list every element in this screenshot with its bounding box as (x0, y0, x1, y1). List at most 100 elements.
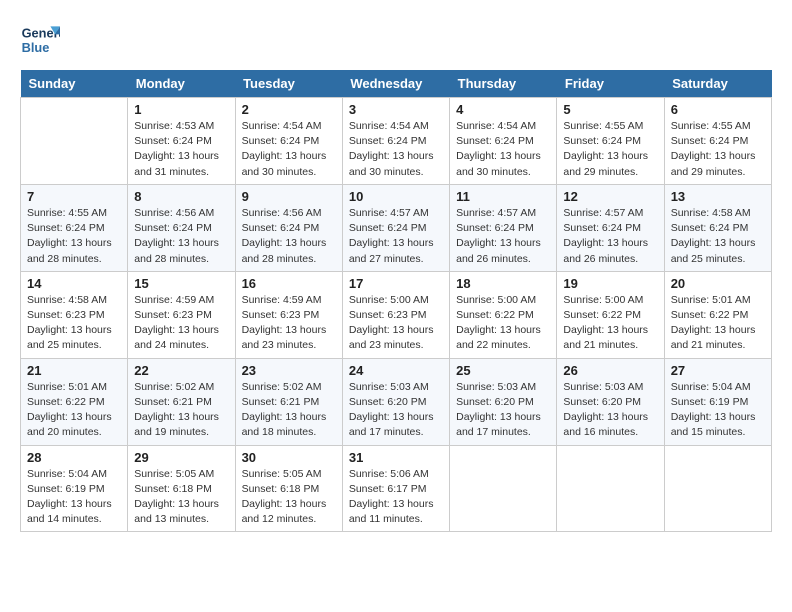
calendar-cell: 13 Sunrise: 4:58 AMSunset: 6:24 PMDaylig… (664, 184, 771, 271)
calendar-cell: 25 Sunrise: 5:03 AMSunset: 6:20 PMDaylig… (450, 358, 557, 445)
day-number: 21 (27, 363, 121, 378)
calendar-cell (557, 445, 664, 532)
calendar-cell: 3 Sunrise: 4:54 AMSunset: 6:24 PMDayligh… (342, 98, 449, 185)
calendar-week-row: 28 Sunrise: 5:04 AMSunset: 6:19 PMDaylig… (21, 445, 772, 532)
day-number: 20 (671, 276, 765, 291)
cell-info: Sunrise: 4:58 AMSunset: 6:23 PMDaylight:… (27, 293, 121, 354)
calendar-week-row: 7 Sunrise: 4:55 AMSunset: 6:24 PMDayligh… (21, 184, 772, 271)
calendar-cell: 31 Sunrise: 5:06 AMSunset: 6:17 PMDaylig… (342, 445, 449, 532)
calendar-cell: 16 Sunrise: 4:59 AMSunset: 6:23 PMDaylig… (235, 271, 342, 358)
day-number: 16 (242, 276, 336, 291)
weekday-header-row: SundayMondayTuesdayWednesdayThursdayFrid… (21, 70, 772, 98)
day-number: 29 (134, 450, 228, 465)
calendar-cell: 15 Sunrise: 4:59 AMSunset: 6:23 PMDaylig… (128, 271, 235, 358)
day-number: 24 (349, 363, 443, 378)
day-number: 15 (134, 276, 228, 291)
cell-info: Sunrise: 5:03 AMSunset: 6:20 PMDaylight:… (563, 380, 657, 441)
calendar-cell: 23 Sunrise: 5:02 AMSunset: 6:21 PMDaylig… (235, 358, 342, 445)
day-number: 18 (456, 276, 550, 291)
cell-info: Sunrise: 5:04 AMSunset: 6:19 PMDaylight:… (27, 467, 121, 528)
calendar-cell: 17 Sunrise: 5:00 AMSunset: 6:23 PMDaylig… (342, 271, 449, 358)
calendar-cell: 2 Sunrise: 4:54 AMSunset: 6:24 PMDayligh… (235, 98, 342, 185)
cell-info: Sunrise: 4:56 AMSunset: 6:24 PMDaylight:… (242, 206, 336, 267)
day-number: 26 (563, 363, 657, 378)
weekday-header-thursday: Thursday (450, 70, 557, 98)
svg-text:Blue: Blue (22, 40, 50, 55)
cell-info: Sunrise: 5:04 AMSunset: 6:19 PMDaylight:… (671, 380, 765, 441)
cell-info: Sunrise: 4:57 AMSunset: 6:24 PMDaylight:… (563, 206, 657, 267)
calendar-cell: 1 Sunrise: 4:53 AMSunset: 6:24 PMDayligh… (128, 98, 235, 185)
calendar-cell: 30 Sunrise: 5:05 AMSunset: 6:18 PMDaylig… (235, 445, 342, 532)
day-number: 5 (563, 102, 657, 117)
cell-info: Sunrise: 5:05 AMSunset: 6:18 PMDaylight:… (134, 467, 228, 528)
day-number: 3 (349, 102, 443, 117)
day-number: 31 (349, 450, 443, 465)
calendar-week-row: 14 Sunrise: 4:58 AMSunset: 6:23 PMDaylig… (21, 271, 772, 358)
cell-info: Sunrise: 4:53 AMSunset: 6:24 PMDaylight:… (134, 119, 228, 180)
day-number: 7 (27, 189, 121, 204)
calendar-cell: 27 Sunrise: 5:04 AMSunset: 6:19 PMDaylig… (664, 358, 771, 445)
day-number: 10 (349, 189, 443, 204)
weekday-header-tuesday: Tuesday (235, 70, 342, 98)
cell-info: Sunrise: 5:05 AMSunset: 6:18 PMDaylight:… (242, 467, 336, 528)
calendar-week-row: 21 Sunrise: 5:01 AMSunset: 6:22 PMDaylig… (21, 358, 772, 445)
calendar-cell: 24 Sunrise: 5:03 AMSunset: 6:20 PMDaylig… (342, 358, 449, 445)
cell-info: Sunrise: 4:55 AMSunset: 6:24 PMDaylight:… (563, 119, 657, 180)
cell-info: Sunrise: 4:58 AMSunset: 6:24 PMDaylight:… (671, 206, 765, 267)
day-number: 22 (134, 363, 228, 378)
cell-info: Sunrise: 5:06 AMSunset: 6:17 PMDaylight:… (349, 467, 443, 528)
cell-info: Sunrise: 4:57 AMSunset: 6:24 PMDaylight:… (456, 206, 550, 267)
cell-info: Sunrise: 5:01 AMSunset: 6:22 PMDaylight:… (671, 293, 765, 354)
calendar-cell: 5 Sunrise: 4:55 AMSunset: 6:24 PMDayligh… (557, 98, 664, 185)
day-number: 27 (671, 363, 765, 378)
calendar-cell: 19 Sunrise: 5:00 AMSunset: 6:22 PMDaylig… (557, 271, 664, 358)
calendar-cell: 21 Sunrise: 5:01 AMSunset: 6:22 PMDaylig… (21, 358, 128, 445)
day-number: 23 (242, 363, 336, 378)
weekday-header-wednesday: Wednesday (342, 70, 449, 98)
calendar-cell: 18 Sunrise: 5:00 AMSunset: 6:22 PMDaylig… (450, 271, 557, 358)
cell-info: Sunrise: 5:02 AMSunset: 6:21 PMDaylight:… (242, 380, 336, 441)
calendar-cell: 12 Sunrise: 4:57 AMSunset: 6:24 PMDaylig… (557, 184, 664, 271)
cell-info: Sunrise: 5:01 AMSunset: 6:22 PMDaylight:… (27, 380, 121, 441)
calendar-cell: 29 Sunrise: 5:05 AMSunset: 6:18 PMDaylig… (128, 445, 235, 532)
cell-info: Sunrise: 4:57 AMSunset: 6:24 PMDaylight:… (349, 206, 443, 267)
calendar-cell (21, 98, 128, 185)
day-number: 2 (242, 102, 336, 117)
cell-info: Sunrise: 4:55 AMSunset: 6:24 PMDaylight:… (27, 206, 121, 267)
page-wrapper: General Blue SundayMondayTuesdayWednesda… (20, 20, 772, 532)
calendar-cell: 8 Sunrise: 4:56 AMSunset: 6:24 PMDayligh… (128, 184, 235, 271)
day-number: 19 (563, 276, 657, 291)
cell-info: Sunrise: 4:54 AMSunset: 6:24 PMDaylight:… (349, 119, 443, 180)
header: General Blue (20, 20, 772, 60)
calendar-cell (664, 445, 771, 532)
calendar-cell: 26 Sunrise: 5:03 AMSunset: 6:20 PMDaylig… (557, 358, 664, 445)
calendar-week-row: 1 Sunrise: 4:53 AMSunset: 6:24 PMDayligh… (21, 98, 772, 185)
calendar-cell: 14 Sunrise: 4:58 AMSunset: 6:23 PMDaylig… (21, 271, 128, 358)
logo-icon: General Blue (20, 20, 60, 60)
day-number: 13 (671, 189, 765, 204)
cell-info: Sunrise: 4:54 AMSunset: 6:24 PMDaylight:… (456, 119, 550, 180)
calendar-cell (450, 445, 557, 532)
day-number: 9 (242, 189, 336, 204)
logo: General Blue (20, 20, 60, 60)
calendar-cell: 6 Sunrise: 4:55 AMSunset: 6:24 PMDayligh… (664, 98, 771, 185)
day-number: 11 (456, 189, 550, 204)
calendar-cell: 28 Sunrise: 5:04 AMSunset: 6:19 PMDaylig… (21, 445, 128, 532)
cell-info: Sunrise: 4:55 AMSunset: 6:24 PMDaylight:… (671, 119, 765, 180)
cell-info: Sunrise: 5:03 AMSunset: 6:20 PMDaylight:… (456, 380, 550, 441)
calendar-cell: 10 Sunrise: 4:57 AMSunset: 6:24 PMDaylig… (342, 184, 449, 271)
day-number: 30 (242, 450, 336, 465)
day-number: 6 (671, 102, 765, 117)
calendar-cell: 7 Sunrise: 4:55 AMSunset: 6:24 PMDayligh… (21, 184, 128, 271)
calendar-table: SundayMondayTuesdayWednesdayThursdayFrid… (20, 70, 772, 532)
cell-info: Sunrise: 4:54 AMSunset: 6:24 PMDaylight:… (242, 119, 336, 180)
calendar-cell: 4 Sunrise: 4:54 AMSunset: 6:24 PMDayligh… (450, 98, 557, 185)
day-number: 1 (134, 102, 228, 117)
cell-info: Sunrise: 4:59 AMSunset: 6:23 PMDaylight:… (242, 293, 336, 354)
day-number: 14 (27, 276, 121, 291)
cell-info: Sunrise: 5:02 AMSunset: 6:21 PMDaylight:… (134, 380, 228, 441)
weekday-header-sunday: Sunday (21, 70, 128, 98)
day-number: 12 (563, 189, 657, 204)
day-number: 4 (456, 102, 550, 117)
day-number: 25 (456, 363, 550, 378)
